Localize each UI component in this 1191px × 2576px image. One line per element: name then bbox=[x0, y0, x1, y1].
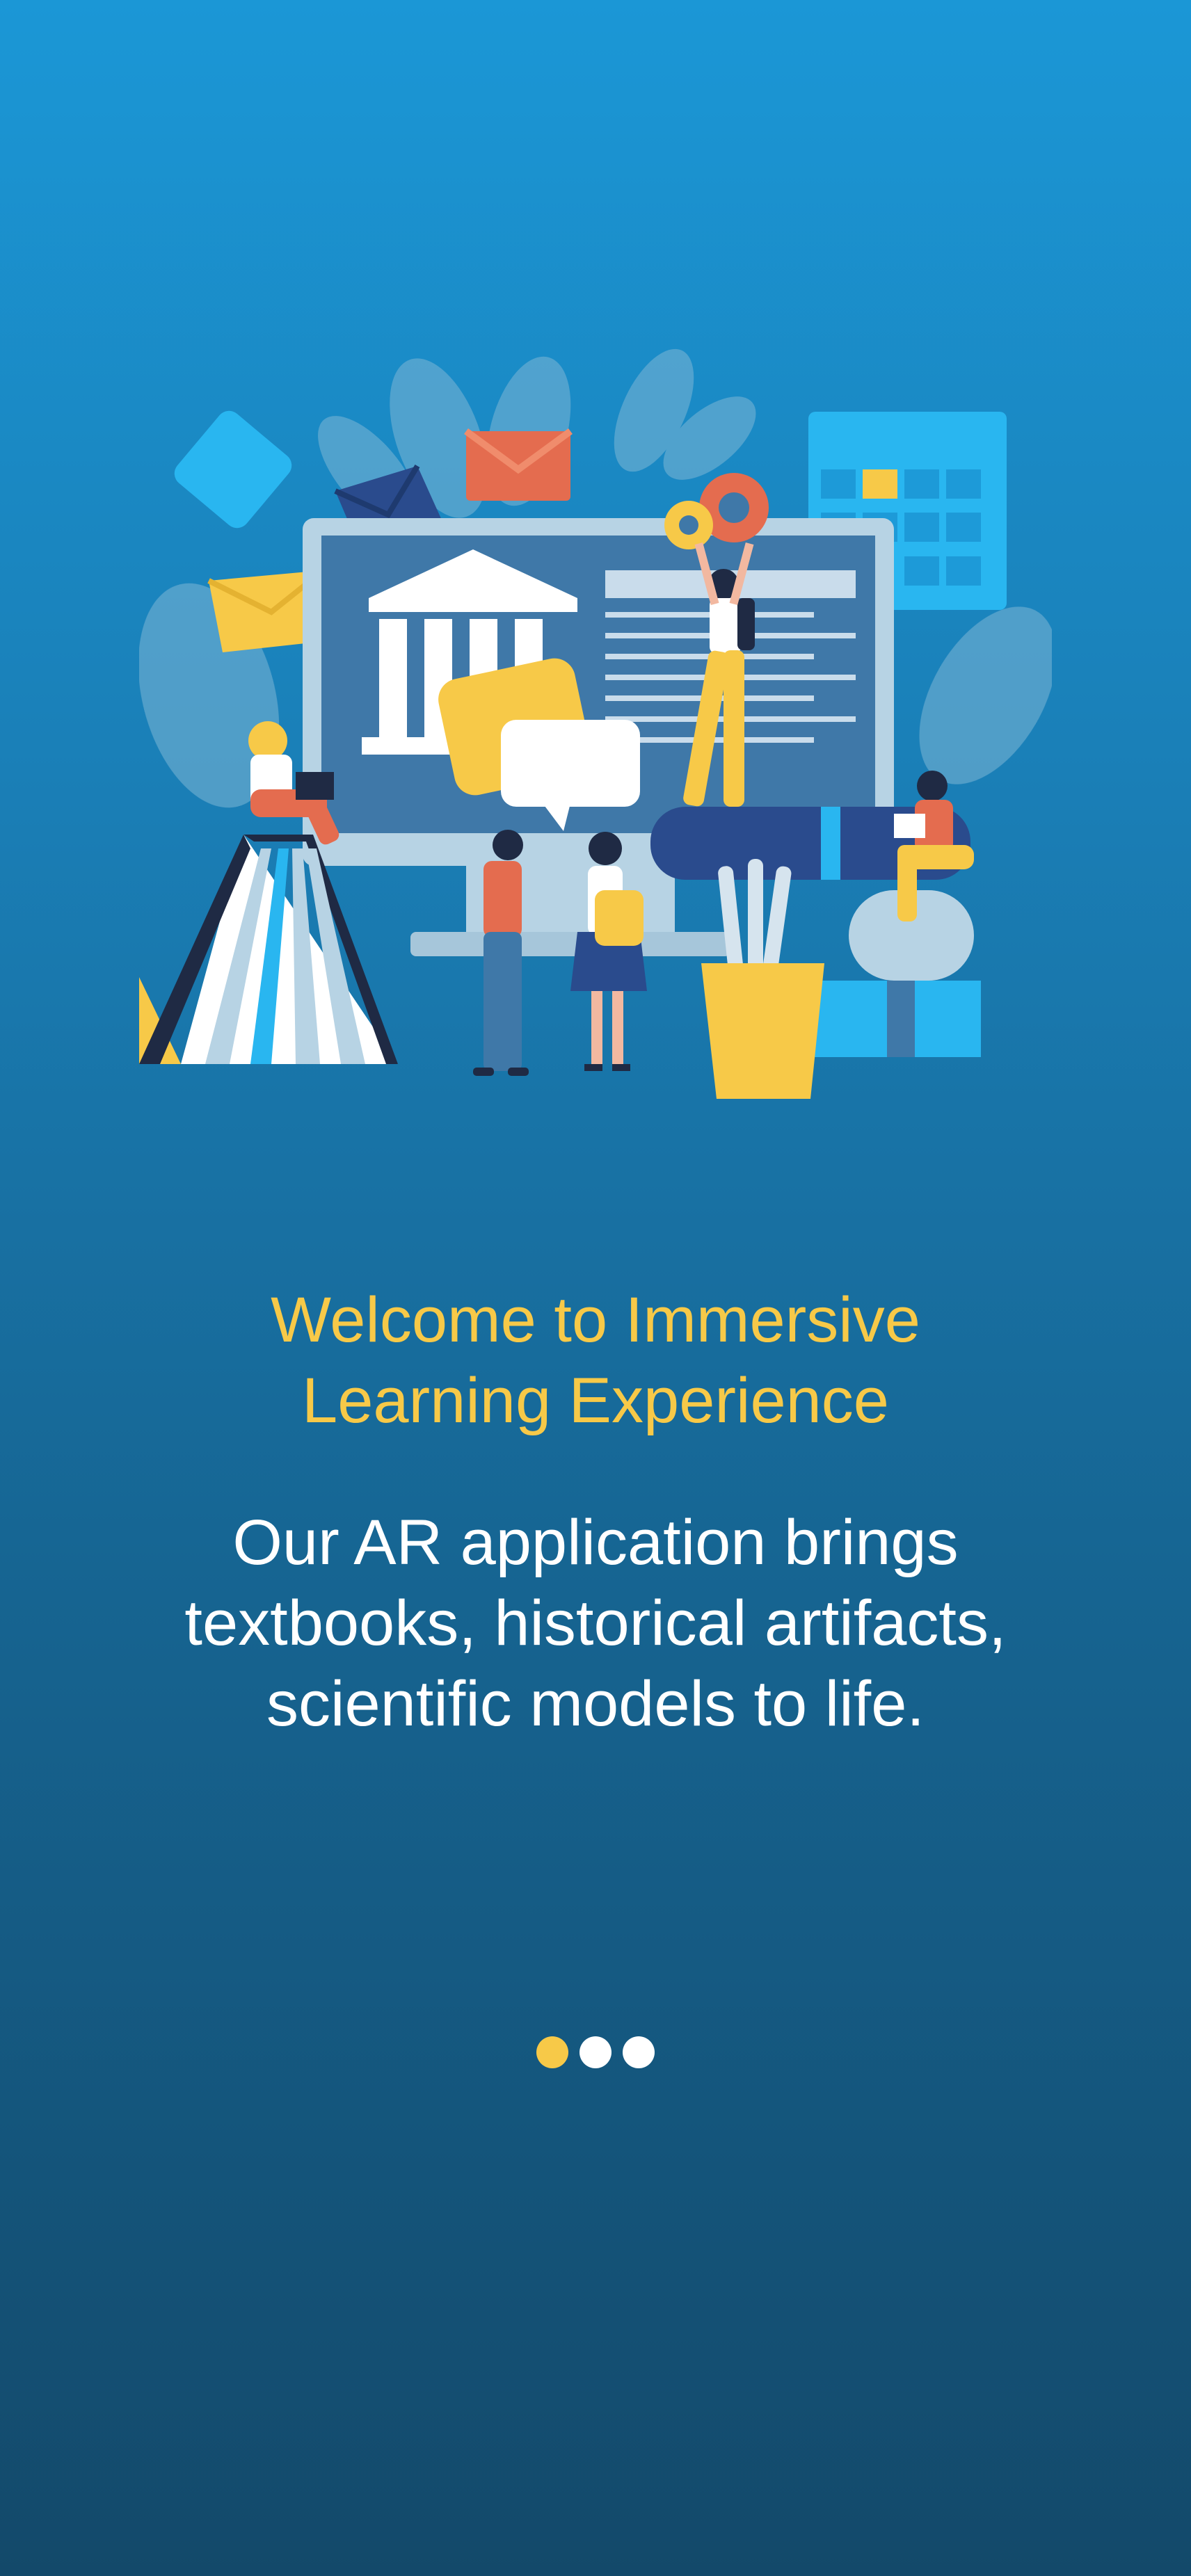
page-indicator bbox=[0, 2036, 1191, 2068]
speech-diamond-icon bbox=[174, 410, 292, 529]
open-book-illustration bbox=[139, 835, 398, 1064]
page-dot-2[interactable] bbox=[579, 2036, 612, 2068]
education-illustration bbox=[139, 334, 1052, 1127]
envelope-icon bbox=[464, 428, 573, 501]
description-line: Our AR application brings bbox=[232, 1507, 959, 1578]
onboarding-screen: Welcome to Immersive Learning Experience… bbox=[0, 0, 1191, 2576]
description-line: scientific models to life. bbox=[266, 1668, 925, 1739]
page-dot-1[interactable] bbox=[536, 2036, 568, 2068]
description-line: textbooks, historical artifacts, bbox=[184, 1588, 1007, 1659]
title-line: Welcome to Immersive bbox=[271, 1285, 920, 1355]
pencil-cup-icon bbox=[701, 859, 824, 1099]
page-dot-3[interactable] bbox=[623, 2036, 655, 2068]
onboarding-title: Welcome to Immersive Learning Experience bbox=[0, 1280, 1191, 1441]
onboarding-description: Our AR application brings textbooks, his… bbox=[0, 1502, 1191, 1744]
title-line: Learning Experience bbox=[302, 1365, 889, 1436]
